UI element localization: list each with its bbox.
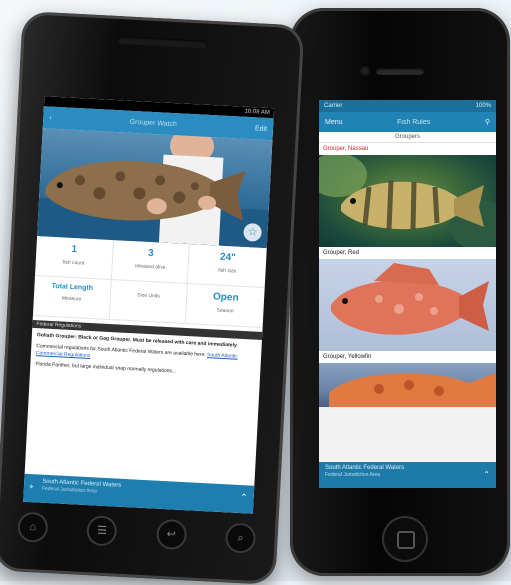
- stat-label: released alive: [134, 263, 166, 271]
- stat-cell: Open Season: [186, 284, 265, 328]
- back-arrow-icon[interactable]: ↩: [155, 518, 188, 551]
- stat-value: Total Length: [51, 282, 94, 293]
- android-location-bar[interactable]: ⌖ South Atlantic Federal Waters Federal …: [23, 473, 255, 514]
- stat-cell: 24" fish size: [188, 244, 267, 289]
- catch-stats-grid: 1 fish count 3 released alive 24" fish size…: [32, 236, 267, 328]
- scene: Carrier 100% Menu Fish Rules ⚲ Groupers …: [0, 0, 511, 585]
- ios-nav-title: Fish Rules: [397, 118, 431, 126]
- fish-name: Grouper, Nassau: [323, 146, 369, 152]
- front-camera: [360, 66, 370, 76]
- nassau-grouper-illustration: [319, 153, 496, 250]
- red-grouper-illustration: [331, 263, 489, 335]
- list-item[interactable]: Grouper, Yellowfin: [319, 351, 496, 407]
- list-item[interactable]: Grouper, Red: [319, 247, 496, 351]
- ios-location-bar[interactable]: South Atlantic Federal Waters Federal Ju…: [319, 462, 496, 488]
- chevron-up-icon[interactable]: ⌃: [483, 470, 490, 479]
- angler-with-grouper-illustration: [37, 128, 269, 249]
- catch-photo: ☆: [37, 128, 273, 249]
- edit-button[interactable]: Edit: [255, 125, 267, 133]
- ios-location-title: South Atlantic Federal Waters: [325, 465, 405, 471]
- stat-value: 24": [219, 251, 237, 264]
- stat-value: 3: [147, 247, 154, 260]
- stat-cell: Size Units: [109, 280, 189, 324]
- search-icon[interactable]: ⚲: [485, 118, 490, 126]
- ios-screen: Carrier 100% Menu Fish Rules ⚲ Groupers …: [319, 100, 496, 488]
- stat-value: Open: [212, 291, 239, 304]
- location-pin-icon: ⌖: [28, 481, 34, 492]
- ios-location-subtitle: Federal Jurisdiction Area: [325, 472, 381, 478]
- home-button[interactable]: [382, 516, 428, 562]
- android-hardware-keys: ⌂ ☰ ↩ ⌕: [17, 511, 257, 554]
- fish-name: Grouper, Red: [323, 250, 360, 256]
- ios-carrier: Carrier: [324, 103, 343, 109]
- ios-nav-bar: Menu Fish Rules ⚲: [319, 112, 496, 132]
- android-device: 10:08 AM ‹ Grouper Watch Edit ☆ 1 fish c…: [0, 11, 305, 585]
- status-time: 10:08 AM: [244, 108, 271, 117]
- menu-icon[interactable]: ☰: [86, 515, 118, 547]
- yellowfin-grouper-illustration: [329, 373, 496, 407]
- earpiece-speaker: [376, 68, 424, 75]
- android-speaker: [117, 36, 208, 49]
- fish-photo: [319, 153, 496, 250]
- home-icon[interactable]: ⌂: [17, 511, 49, 543]
- android-screen: 10:08 AM ‹ Grouper Watch Edit ☆ 1 fish c…: [23, 96, 275, 514]
- stat-cell: 3 released alive: [111, 240, 191, 285]
- chevron-up-icon[interactable]: ⌃: [240, 492, 248, 503]
- stat-label: fish size: [217, 267, 237, 275]
- stat-value: [111, 286, 187, 290]
- stat-cell: Total Length Measure: [32, 276, 112, 320]
- android-nav-title: Grouper Watch: [129, 118, 178, 128]
- fish-list: Grouper, Nassau Grouper, Red Grouper, Ye…: [319, 143, 496, 407]
- fish-name: Grouper, Yellowfin: [323, 354, 372, 360]
- list-item[interactable]: Grouper, Nassau: [319, 143, 496, 250]
- home-square-icon: [397, 531, 415, 549]
- ios-menu-button[interactable]: Menu: [325, 119, 343, 126]
- ios-list-subheader: Groupers: [319, 132, 496, 143]
- ios-status-bar: Carrier 100%: [319, 100, 496, 112]
- back-icon[interactable]: ‹: [49, 114, 52, 121]
- stat-cell: 1 fish count: [34, 236, 114, 281]
- stat-label: Size Units: [137, 292, 160, 300]
- stat-label: Season: [216, 307, 234, 315]
- stat-label: Measure: [61, 295, 82, 303]
- stat-value: 1: [71, 243, 78, 256]
- stat-label: fish count: [62, 259, 85, 267]
- fish-photo: [319, 363, 496, 407]
- fish-photo: [319, 259, 496, 351]
- search-icon[interactable]: ⌕: [224, 522, 257, 554]
- ios-battery: 100%: [475, 103, 491, 109]
